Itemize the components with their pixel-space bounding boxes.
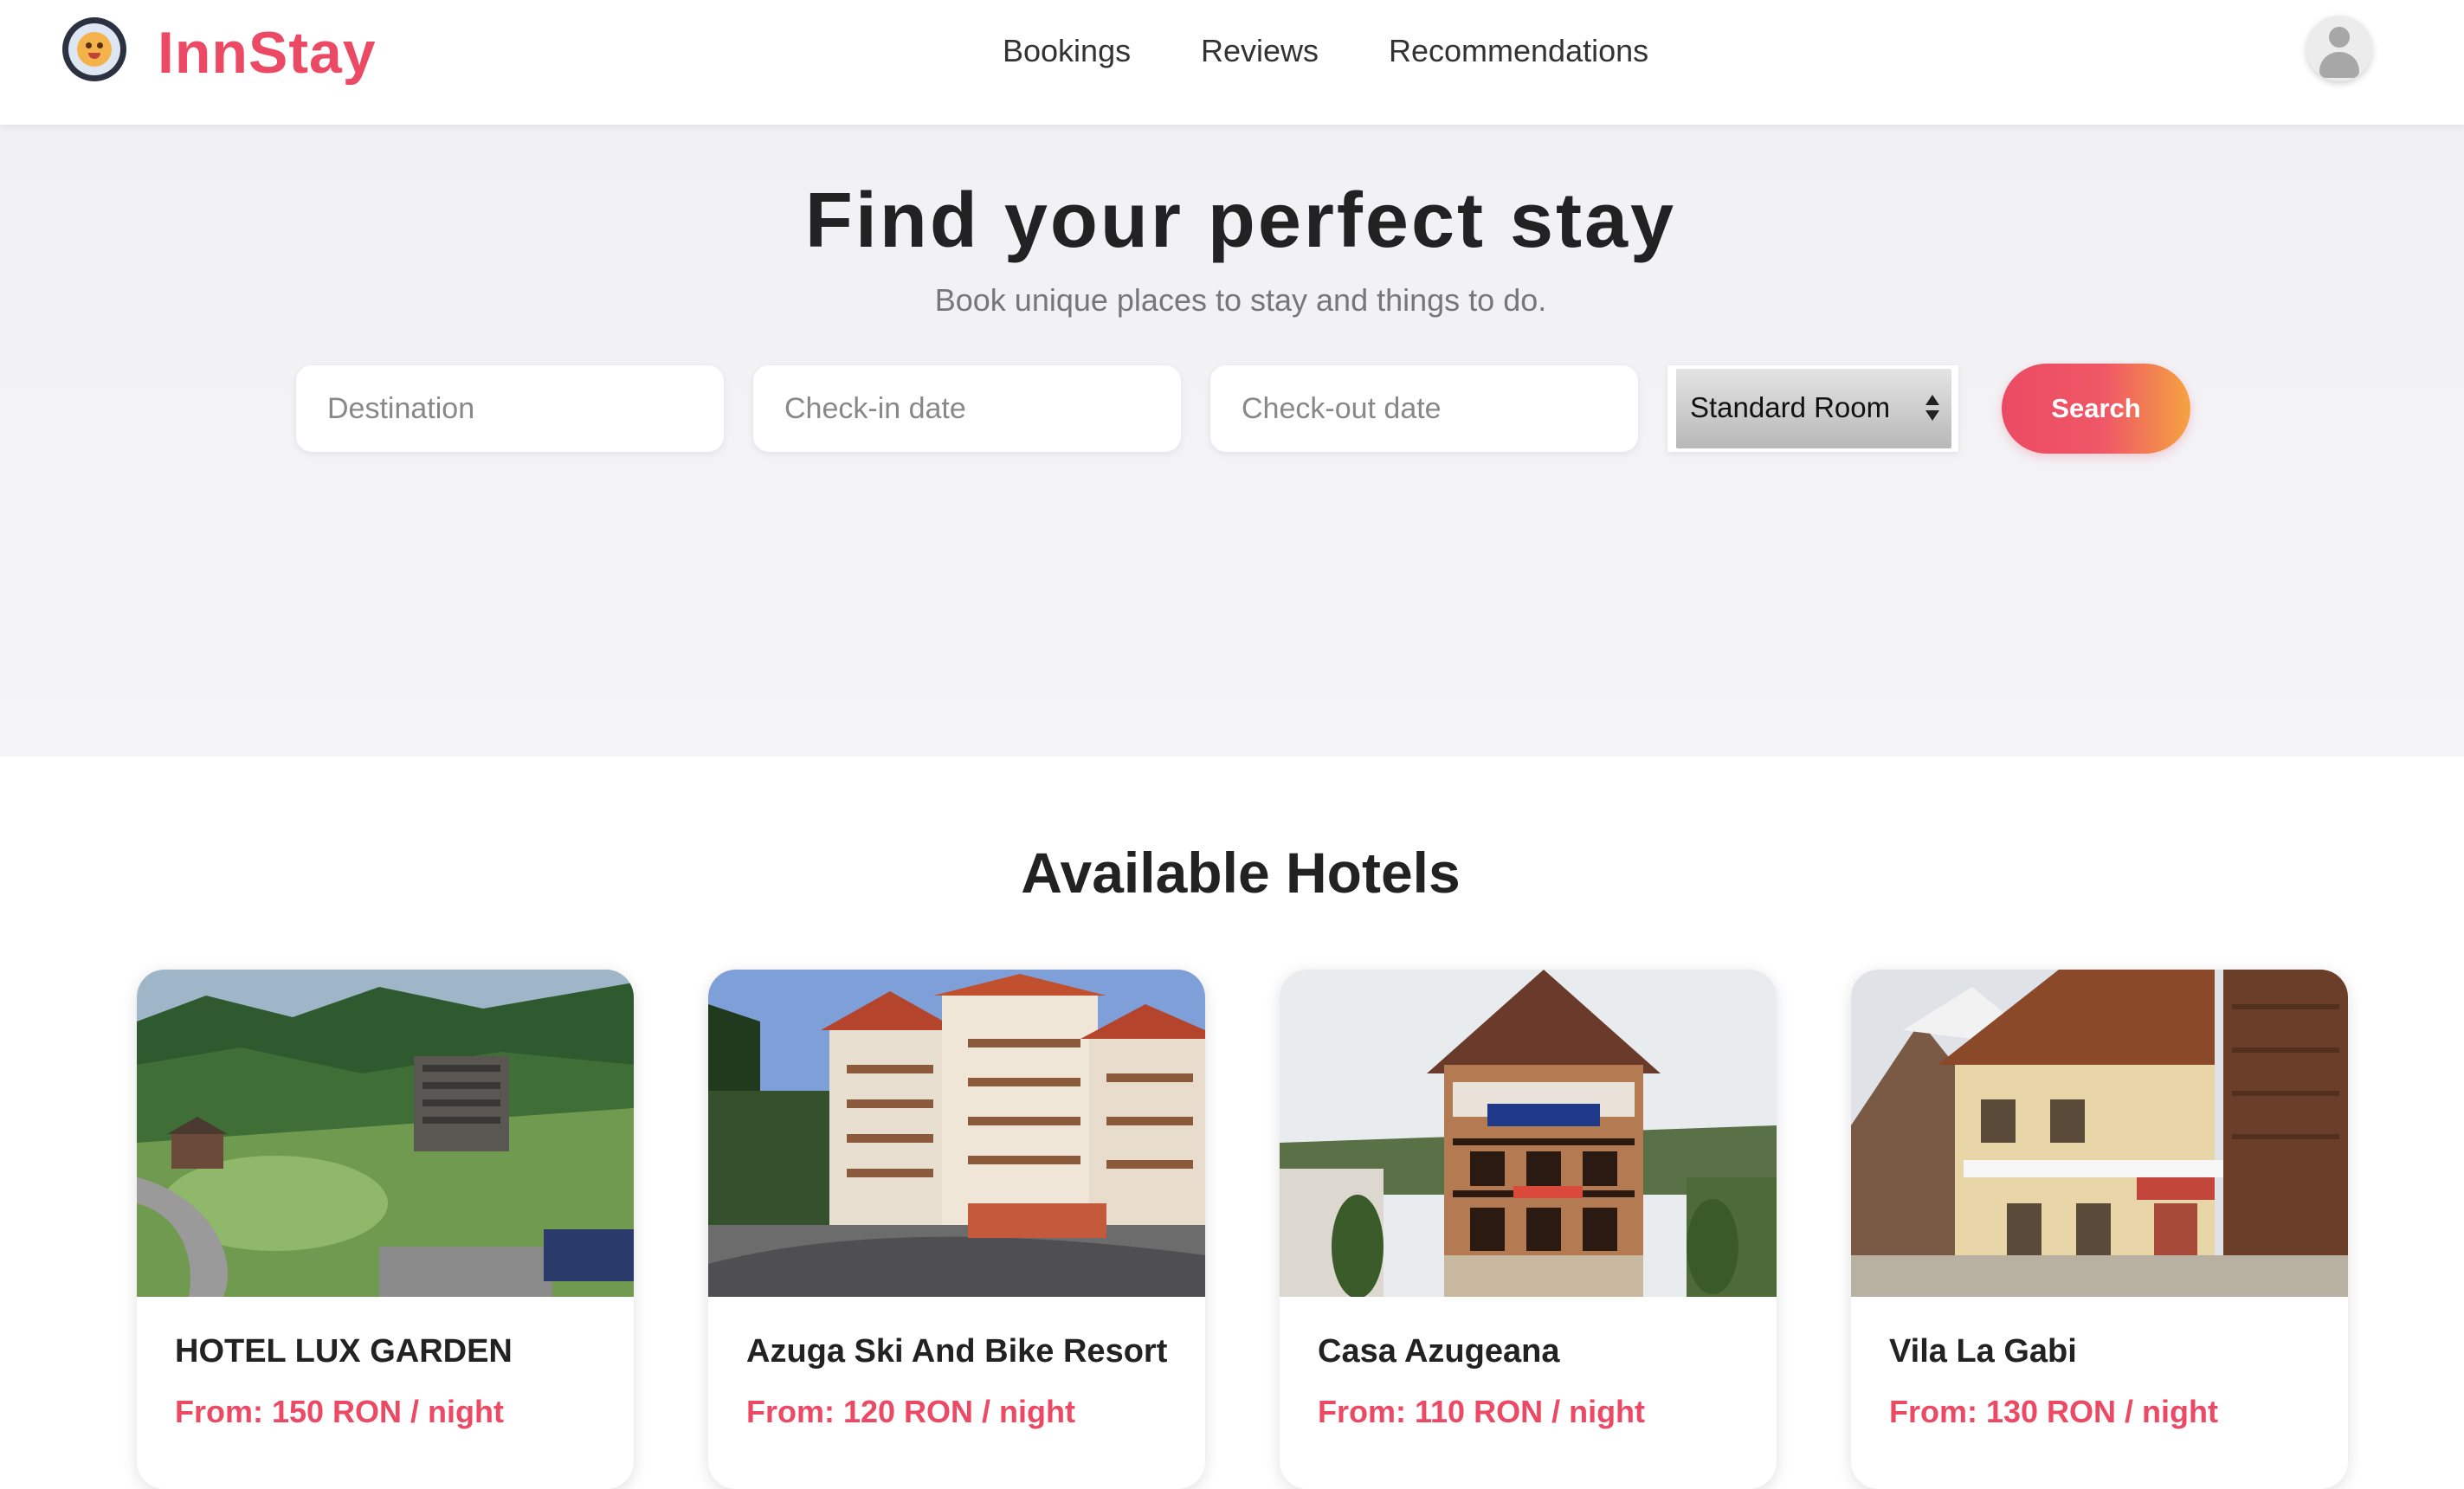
hotel-image[interactable] xyxy=(137,970,634,1297)
checkout-date-input[interactable] xyxy=(1210,365,1638,452)
available-hotels-title: Available Hotels xyxy=(1021,841,1461,905)
hotel-card[interactable]: Azuga Ski And Bike Resort From: 120 RON … xyxy=(708,970,1205,1489)
hotel-image[interactable] xyxy=(708,970,1205,1297)
hotel-price: From: 110 RON / night xyxy=(1318,1394,1646,1429)
hotel-name[interactable]: HOTEL LUX GARDEN xyxy=(175,1333,513,1370)
nav-recommendations[interactable]: Recommendations xyxy=(1389,33,1648,69)
hero-title: Find your perfect stay xyxy=(804,177,1677,264)
select-arrows-icon xyxy=(1925,391,1939,426)
nav-bookings[interactable]: Bookings xyxy=(1003,33,1131,69)
main-nav: Bookings Reviews Recommendations xyxy=(0,33,2464,76)
user-avatar-icon[interactable] xyxy=(2306,16,2372,81)
hero-subtitle: Book unique places to stay and things to… xyxy=(934,282,1547,318)
destination-input[interactable] xyxy=(296,365,724,452)
hero-section: Find your perfect stay Book unique place… xyxy=(0,125,2464,757)
top-navbar: InnStay Bookings Reviews Recommendations xyxy=(0,0,2464,125)
hotel-card[interactable]: Casa Azugeana From: 110 RON / night xyxy=(1280,970,1777,1489)
hotel-card[interactable]: Vila La Gabi From: 130 RON / night xyxy=(1851,970,2348,1489)
hotel-name[interactable]: Casa Azugeana xyxy=(1318,1333,1559,1370)
hotel-price: From: 150 RON / night xyxy=(175,1394,505,1429)
hotel-card[interactable]: HOTEL LUX GARDEN From: 150 RON / night xyxy=(137,970,634,1489)
room-type-select[interactable]: Standard Room xyxy=(1667,365,1958,452)
checkin-date-input[interactable] xyxy=(753,365,1181,452)
hotel-image[interactable] xyxy=(1280,970,1777,1297)
nav-reviews[interactable]: Reviews xyxy=(1201,33,1319,69)
search-button[interactable]: Search xyxy=(2002,364,2190,454)
hotel-price: From: 130 RON / night xyxy=(1889,1394,2219,1429)
room-type-value: Standard Room xyxy=(1690,391,1891,423)
hotel-name[interactable]: Azuga Ski And Bike Resort xyxy=(746,1333,1167,1370)
hotel-price: From: 120 RON / night xyxy=(746,1394,1076,1429)
hotel-image[interactable] xyxy=(1851,970,2348,1297)
hotel-name[interactable]: Vila La Gabi xyxy=(1889,1333,2077,1370)
